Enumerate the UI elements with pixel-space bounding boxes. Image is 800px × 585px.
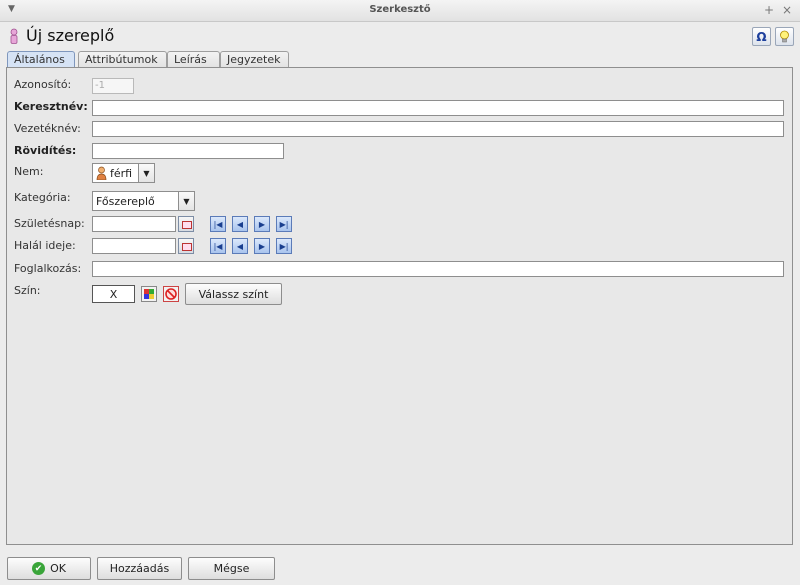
nem-select[interactable]: férfi ▼	[92, 163, 155, 183]
ok-button[interactable]: ✔ OK	[7, 557, 91, 580]
kategoria-select[interactable]: Főszereplő ▼	[92, 191, 195, 211]
keresztnev-label: Keresztnév:	[14, 100, 88, 113]
nem-value: férfi	[110, 166, 133, 180]
page-title: Új szereplő	[26, 26, 115, 45]
azonosito-label: Azonosító:	[14, 78, 72, 91]
male-person-icon	[96, 166, 107, 180]
rovidites-input[interactable]	[92, 143, 284, 159]
ok-label: OK	[50, 562, 66, 575]
szuletesnap-label: Születésnap:	[14, 217, 85, 230]
vezeteknev-input[interactable]	[92, 121, 784, 137]
cancel-button[interactable]: Mégse	[188, 557, 275, 580]
halal-ideje-calendar-icon[interactable]	[178, 238, 194, 254]
tab-leiras[interactable]: Leírás	[167, 51, 220, 68]
check-icon: ✔	[32, 562, 46, 575]
nem-label: Nem:	[14, 165, 44, 178]
keresztnev-input[interactable]	[92, 100, 784, 116]
prev-icon[interactable]: ◀	[232, 238, 248, 254]
omega-icon: Ω	[756, 29, 767, 44]
editor-header: Új szereplő	[0, 23, 800, 51]
special-characters-button[interactable]: Ω	[752, 27, 771, 46]
vezeteknev-label: Vezetéknév:	[14, 122, 81, 135]
prev-icon[interactable]: ◀	[232, 216, 248, 232]
window-titlebar: ▼ Szerkesztő + ×	[0, 0, 800, 22]
foglalkozas-label: Foglalkozás:	[14, 262, 82, 275]
last-icon[interactable]: ▶|	[276, 238, 292, 254]
last-icon[interactable]: ▶|	[276, 216, 292, 232]
close-button[interactable]: ×	[782, 3, 792, 17]
next-icon[interactable]: ▶	[254, 216, 270, 232]
first-icon[interactable]: |◀	[210, 238, 226, 254]
clear-color-icon[interactable]	[163, 286, 179, 302]
character-icon	[10, 28, 18, 44]
azonosito-field: -1	[92, 78, 134, 94]
tab-attributumok[interactable]: Attribútumok	[78, 51, 167, 68]
szuletesnap-input[interactable]	[92, 216, 176, 232]
color-preview: X	[92, 285, 135, 303]
hint-button[interactable]	[775, 27, 794, 46]
chevron-down-icon[interactable]: ▼	[138, 164, 154, 182]
choose-color-button[interactable]: Válassz színt	[185, 283, 282, 305]
kategoria-value: Főszereplő	[96, 194, 155, 208]
szin-label: Szín:	[14, 284, 41, 297]
lightbulb-icon	[780, 30, 789, 42]
first-icon[interactable]: |◀	[210, 216, 226, 232]
next-icon[interactable]: ▶	[254, 238, 270, 254]
chevron-down-icon[interactable]: ▼	[178, 192, 194, 210]
maximize-button[interactable]: +	[764, 3, 774, 17]
rovidites-label: Rövidítés:	[14, 144, 77, 157]
general-panel: Azonosító: -1 Keresztnév: Vezetéknév: Rö…	[6, 67, 793, 545]
window-title: Szerkesztő	[369, 4, 431, 15]
tab-jegyzetek[interactable]: Jegyzetek	[220, 51, 289, 68]
kategoria-label: Kategória:	[14, 191, 71, 204]
szuletesnap-calendar-icon[interactable]	[178, 216, 194, 232]
palette-icon[interactable]	[141, 286, 157, 302]
halal-ideje-input[interactable]	[92, 238, 176, 254]
foglalkozas-input[interactable]	[92, 261, 784, 277]
add-button[interactable]: Hozzáadás	[97, 557, 182, 580]
halal-ideje-label: Halál ideje:	[14, 239, 76, 252]
